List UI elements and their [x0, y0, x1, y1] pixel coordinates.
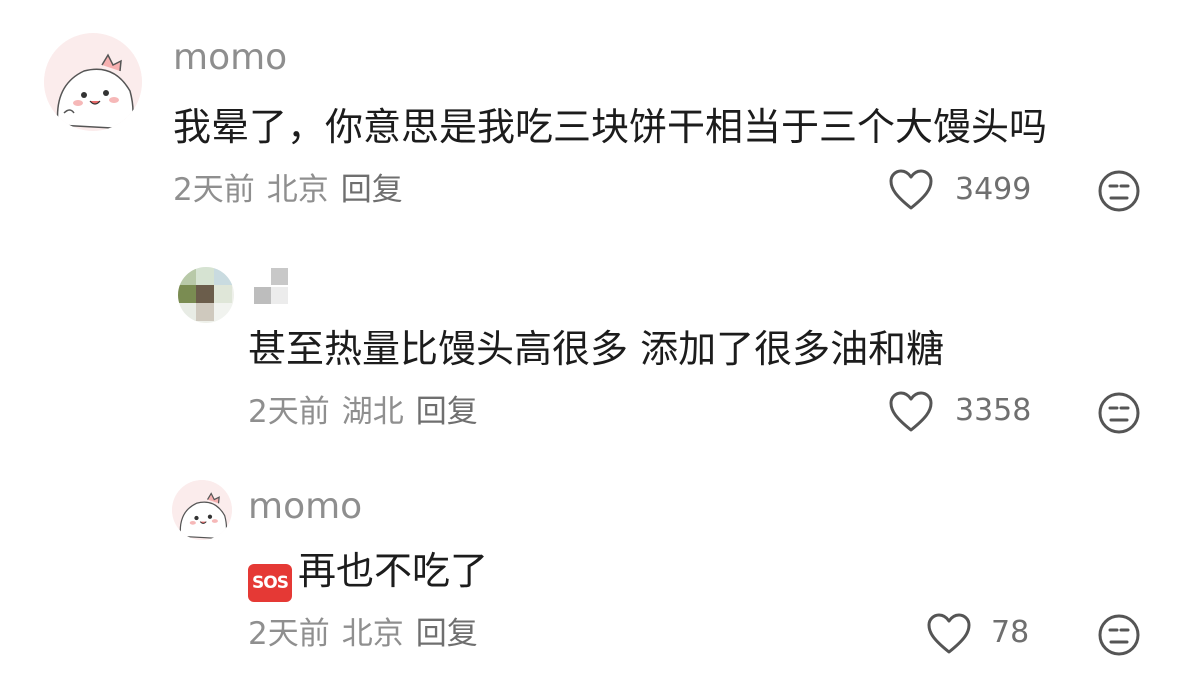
heart-outline-icon — [889, 169, 933, 210]
dislike-button[interactable] — [1097, 169, 1141, 213]
username[interactable]: momo — [173, 38, 287, 78]
heart-outline-icon — [889, 391, 933, 432]
comment-meta: 2天前 北京 回复 — [248, 616, 490, 652]
neutral-face-icon — [1098, 170, 1140, 212]
comment-meta: 2天前 湖北 回复 — [248, 394, 490, 430]
dislike-button[interactable] — [1097, 391, 1141, 435]
reply-button[interactable]: 回复 — [416, 616, 478, 652]
neutral-face-icon — [1098, 392, 1140, 434]
location: 湖北 — [341, 394, 404, 430]
blurred-avatar-image — [178, 267, 234, 321]
comment-text: SOS 再也不吃了 — [248, 548, 488, 602]
comment-meta: 2天前 北京 回复 — [173, 172, 415, 208]
sos-emoji-icon: SOS — [248, 564, 292, 602]
comment-text: 甚至热量比馒头高很多 添加了很多油和糖 — [248, 327, 945, 371]
neutral-face-icon — [1098, 614, 1140, 656]
location: 北京 — [266, 172, 329, 208]
like-count: 3358 — [955, 393, 1032, 428]
like-button[interactable] — [926, 612, 972, 656]
like-button[interactable] — [888, 168, 934, 212]
username[interactable]: momo — [248, 487, 362, 527]
like-count: 3499 — [955, 172, 1032, 207]
username-masked[interactable] — [252, 268, 290, 306]
comment-text: 我晕了，你意思是我吃三块饼干相当于三个大馒头吗 — [173, 105, 1048, 149]
timestamp: 2天前 — [173, 172, 255, 208]
reply-button[interactable]: 回复 — [416, 394, 478, 430]
reply-button[interactable]: 回复 — [341, 172, 403, 208]
dislike-button[interactable] — [1097, 613, 1141, 657]
like-button[interactable] — [888, 390, 934, 434]
avatar-image — [172, 480, 232, 540]
timestamp: 2天前 — [248, 394, 330, 430]
timestamp: 2天前 — [248, 616, 330, 652]
pixelated-name-placeholder — [254, 268, 288, 304]
avatar[interactable] — [172, 480, 232, 540]
avatar[interactable] — [178, 267, 234, 323]
avatar[interactable] — [44, 33, 142, 131]
comment-body: 再也不吃了 — [298, 549, 489, 593]
like-count: 78 — [991, 615, 1030, 650]
avatar-image — [44, 33, 142, 131]
location: 北京 — [341, 616, 404, 652]
heart-outline-icon — [927, 613, 971, 654]
